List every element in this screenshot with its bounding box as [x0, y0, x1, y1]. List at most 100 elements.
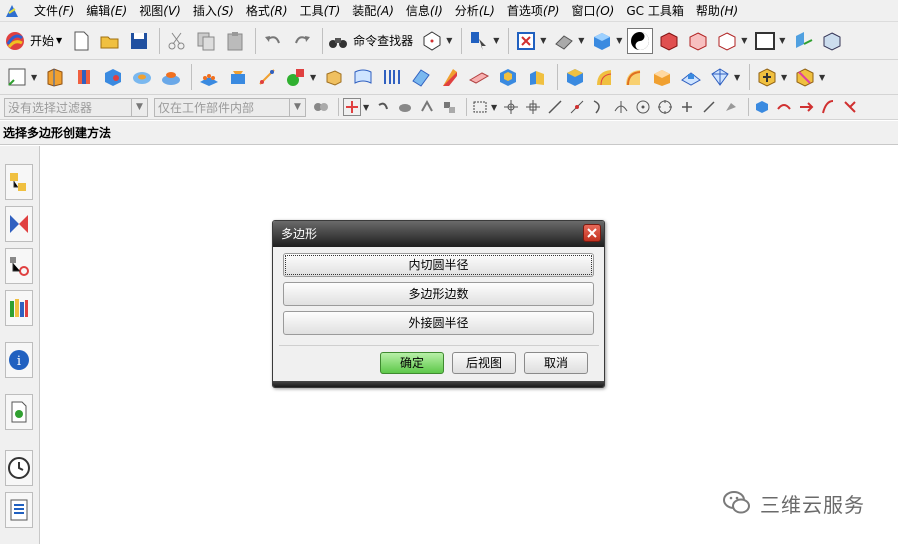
fit-view-button[interactable]: [513, 28, 539, 54]
swept-button[interactable]: [408, 64, 434, 90]
assembly-navigator-tab[interactable]: [5, 164, 33, 200]
info-tool-button[interactable]: [466, 28, 492, 54]
menu-analysis[interactable]: 分析(L): [449, 0, 501, 22]
menu-edit[interactable]: 编辑(E): [80, 0, 133, 22]
snap-curve-button[interactable]: [590, 98, 608, 116]
start-button[interactable]: 开始 ▼: [4, 30, 62, 52]
menu-format[interactable]: 格式(R): [240, 0, 294, 22]
dropdown-arrow[interactable]: ▼: [446, 36, 454, 45]
trim-body-button[interactable]: [620, 64, 646, 90]
shape-button[interactable]: [283, 64, 309, 90]
select-curve-red-button[interactable]: [775, 98, 793, 116]
menu-file[interactable]: 文件(F): [28, 0, 80, 22]
menu-insert[interactable]: 插入(S): [187, 0, 240, 22]
selection-scope-select[interactable]: 仅在工作部件内部 ▼: [154, 97, 306, 117]
redo-button[interactable]: [289, 28, 315, 54]
type-filter-select[interactable]: 没有选择过滤器 ▼: [4, 97, 148, 117]
more-view-button[interactable]: [819, 28, 845, 54]
snap-on-curve-button[interactable]: [700, 98, 718, 116]
menu-preferences[interactable]: 首选项(P): [501, 0, 566, 22]
menu-window[interactable]: 窗口(O): [566, 0, 621, 22]
unite-button[interactable]: [225, 64, 251, 90]
snap-existing-point-button[interactable]: [678, 98, 696, 116]
save-button[interactable]: [126, 28, 152, 54]
datum-button[interactable]: [254, 64, 280, 90]
dropdown-arrow[interactable]: ▼: [491, 103, 499, 112]
dropdown-arrow[interactable]: ▼: [31, 73, 39, 82]
edit-object-button[interactable]: [792, 64, 818, 90]
snap-intersection-button[interactable]: [612, 98, 630, 116]
extrude-button[interactable]: [42, 64, 68, 90]
ok-button[interactable]: 确定: [380, 352, 444, 374]
split-body-button[interactable]: [649, 64, 675, 90]
constraint-navigator-tab[interactable]: [5, 206, 33, 242]
sketch-button[interactable]: [4, 64, 30, 90]
dialog-title-bar[interactable]: 多边形: [273, 221, 604, 247]
menu-gc-toolkit[interactable]: GC 工具箱: [620, 0, 690, 22]
select-component-button[interactable]: [440, 98, 458, 116]
reuse-library-tab[interactable]: [5, 290, 33, 326]
snap-center-button[interactable]: [634, 98, 652, 116]
filter-settings-button[interactable]: [312, 98, 330, 116]
back-button[interactable]: 后视图: [452, 352, 516, 374]
thicken-button[interactable]: [466, 64, 492, 90]
chamfer-button[interactable]: [591, 64, 617, 90]
dropdown-arrow[interactable]: ▼: [616, 36, 624, 45]
paste-button[interactable]: [222, 28, 248, 54]
select-more-button[interactable]: [841, 98, 859, 116]
dropdown-arrow[interactable]: ▼: [741, 36, 749, 45]
copy-button[interactable]: [193, 28, 219, 54]
side-count-button[interactable]: 多边形边数: [283, 282, 594, 306]
dialog-close-button[interactable]: [583, 224, 601, 242]
select-spline-button[interactable]: [819, 98, 837, 116]
undo-selection-button[interactable]: [374, 98, 392, 116]
edge-blend-button[interactable]: [562, 64, 588, 90]
shell-button[interactable]: [495, 64, 521, 90]
history-tab[interactable]: [5, 450, 33, 486]
menu-view[interactable]: 视图(V): [133, 0, 187, 22]
dropdown-arrow[interactable]: ▼: [310, 73, 318, 82]
history-palette-tab[interactable]: [5, 394, 33, 430]
mesh-surface-button[interactable]: [350, 64, 376, 90]
dropdown-arrow[interactable]: ▼: [540, 36, 548, 45]
dropdown-arrow[interactable]: ▼: [734, 73, 742, 82]
select-feature-button[interactable]: [418, 98, 436, 116]
menu-help[interactable]: 帮助(H): [690, 0, 744, 22]
menu-information[interactable]: 信息(I): [400, 0, 449, 22]
wireframe-red-button[interactable]: [656, 28, 682, 54]
rotate-view-button[interactable]: [551, 28, 577, 54]
dropdown-arrow[interactable]: ▼: [779, 36, 787, 45]
snap-point-button[interactable]: [343, 98, 361, 116]
snap-line-button[interactable]: [546, 98, 564, 116]
render-style-button[interactable]: [627, 27, 654, 54]
menu-tools[interactable]: 工具(T): [294, 0, 347, 22]
cut-button[interactable]: [164, 28, 190, 54]
cancel-button[interactable]: 取消: [524, 352, 588, 374]
command-finder-button[interactable]: 命令查找器: [327, 30, 413, 52]
wireframe-dim-button[interactable]: [714, 28, 740, 54]
block-button[interactable]: [100, 64, 126, 90]
sew-button[interactable]: [707, 64, 733, 90]
boss-button[interactable]: [158, 64, 184, 90]
background-button[interactable]: [752, 28, 778, 54]
snap-mid-button[interactable]: [524, 98, 542, 116]
revolve-button[interactable]: [71, 64, 97, 90]
inscribed-radius-button[interactable]: 内切圆半径: [283, 253, 594, 277]
rectangle-select-button[interactable]: [471, 98, 489, 116]
pattern-button[interactable]: [196, 64, 222, 90]
dropdown-arrow[interactable]: ▼: [578, 36, 586, 45]
select-arrow-red-button[interactable]: [797, 98, 815, 116]
part-navigator-tab[interactable]: [5, 248, 33, 284]
dropdown-arrow[interactable]: ▼: [493, 36, 501, 45]
replace-face-button[interactable]: [678, 64, 704, 90]
system-materials-tab[interactable]: [5, 492, 33, 528]
select-solid-button[interactable]: [753, 98, 771, 116]
move-object-button[interactable]: [754, 64, 780, 90]
circumscribed-radius-button[interactable]: 外接圆半径: [283, 311, 594, 335]
dropdown-arrow[interactable]: ▼: [363, 103, 371, 112]
select-body-button[interactable]: [396, 98, 414, 116]
dropdown-arrow[interactable]: ▼: [781, 73, 789, 82]
polygon-tool-button[interactable]: [419, 28, 445, 54]
hole-button[interactable]: [129, 64, 155, 90]
snap-quadrant-button[interactable]: [656, 98, 674, 116]
